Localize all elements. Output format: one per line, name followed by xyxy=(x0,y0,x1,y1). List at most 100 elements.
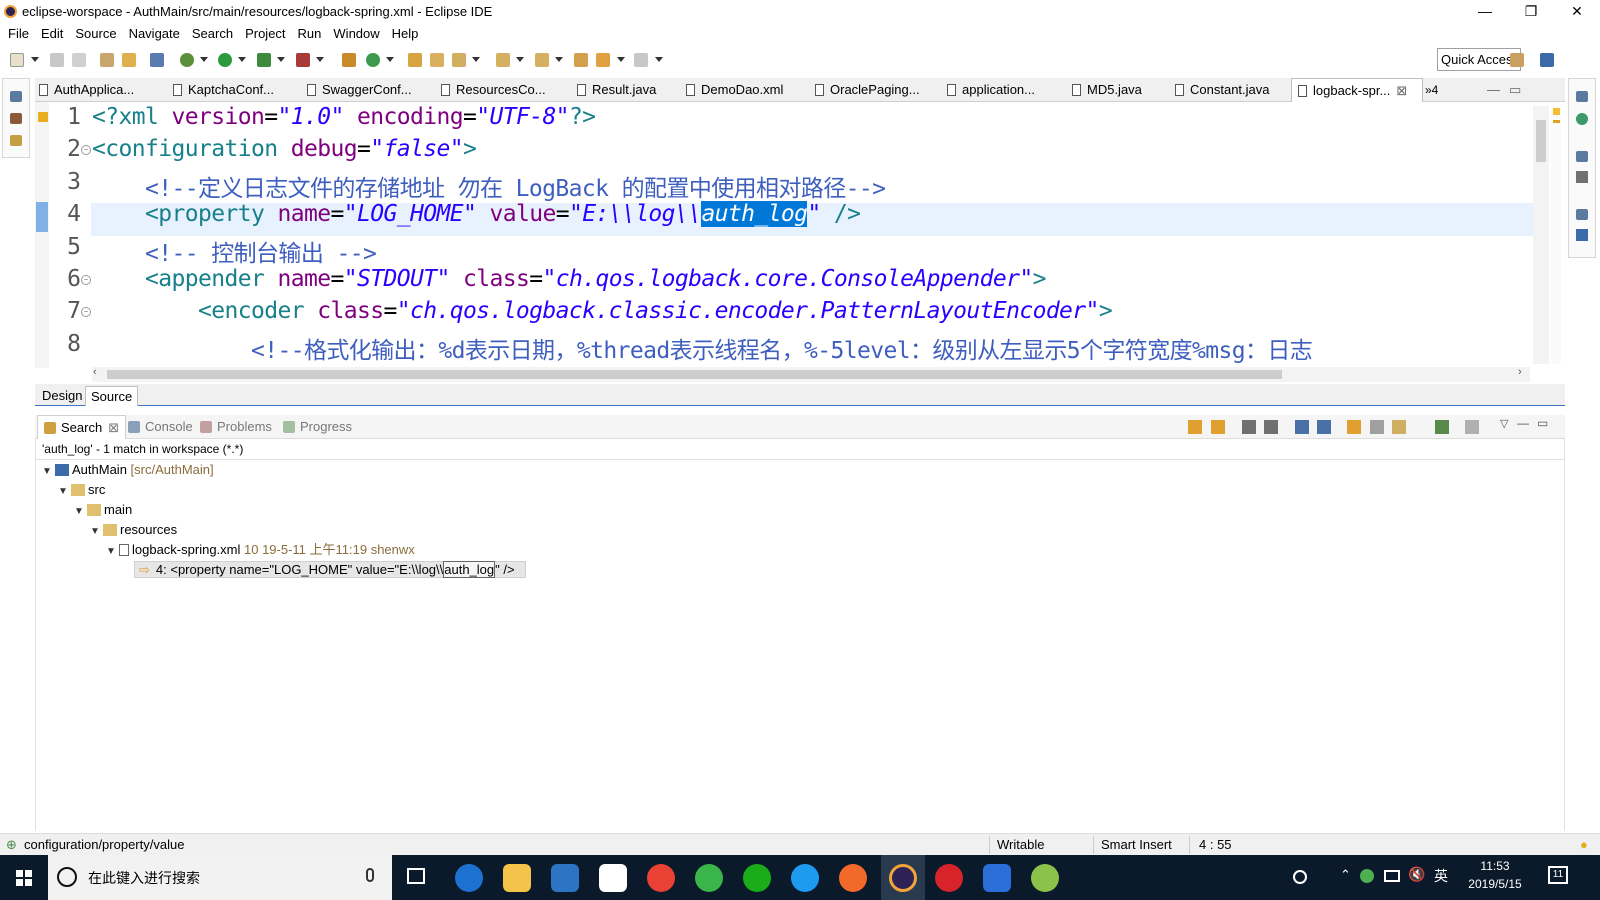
chevron-down-icon[interactable]: ▼ xyxy=(106,542,116,562)
chevron-down-icon[interactable] xyxy=(516,57,524,62)
next-match-icon[interactable] xyxy=(1188,420,1202,434)
edge-icon[interactable] xyxy=(455,864,483,892)
mail-icon[interactable] xyxy=(599,864,627,892)
horizontal-scroll-thumb[interactable] xyxy=(107,370,1282,379)
file-explorer-icon[interactable] xyxy=(503,864,531,892)
editor-tab[interactable]: MD5.java xyxy=(1072,78,1172,102)
cancel-search-icon[interactable] xyxy=(1370,420,1384,434)
chevron-down-icon[interactable] xyxy=(617,57,625,62)
task-list-icon[interactable] xyxy=(1576,171,1588,183)
start-button[interactable] xyxy=(0,855,48,900)
new-icon[interactable] xyxy=(10,53,24,67)
remove-match-icon[interactable] xyxy=(1242,420,1256,434)
open-type-icon[interactable] xyxy=(408,53,422,67)
editor-tab[interactable]: Constant.java xyxy=(1175,78,1295,102)
editor-tab[interactable]: KaptchaConf... xyxy=(173,78,303,102)
remove-all-matches-icon[interactable] xyxy=(1264,420,1278,434)
tab-overflow[interactable]: »4 xyxy=(1425,78,1455,102)
restore-view-icon[interactable] xyxy=(1576,209,1588,220)
debug-icon[interactable] xyxy=(180,53,194,67)
fold-toggle-icon[interactable]: − xyxy=(81,145,91,155)
skip-breakpoints-icon[interactable] xyxy=(150,53,164,67)
new-class-icon[interactable] xyxy=(366,53,380,67)
tab-design[interactable]: Design xyxy=(37,386,87,406)
tab-problems[interactable]: Problems xyxy=(200,415,272,439)
save-all-icon[interactable] xyxy=(72,53,86,67)
clock-time[interactable]: 11:53 xyxy=(1465,859,1525,873)
coverage-icon[interactable] xyxy=(257,53,271,67)
menu-project[interactable]: Project xyxy=(239,24,291,44)
task-view-icon[interactable] xyxy=(407,868,425,884)
tray-app-icon[interactable] xyxy=(1360,869,1374,883)
next-annotation-icon[interactable] xyxy=(496,53,510,67)
menu-file[interactable]: File xyxy=(2,24,35,44)
tab-source[interactable]: Source xyxy=(85,386,139,406)
menu-help[interactable]: Help xyxy=(386,24,425,44)
ime-indicator[interactable]: 英 xyxy=(1434,866,1448,886)
menu-search[interactable]: Search xyxy=(186,24,239,44)
chevron-down-icon[interactable] xyxy=(238,57,246,62)
new-java-project-icon[interactable] xyxy=(122,53,136,67)
editor-tab[interactable]: DemoDao.xml xyxy=(686,78,814,102)
menu-navigate[interactable]: Navigate xyxy=(123,24,186,44)
collapse-all-icon[interactable] xyxy=(1317,420,1331,434)
tab-progress[interactable]: Progress xyxy=(283,415,352,439)
network-icon[interactable] xyxy=(1384,870,1400,882)
notification-center-icon[interactable]: 11 xyxy=(1548,866,1568,884)
maximize-editor-icon[interactable]: ▭ xyxy=(1509,78,1523,102)
microphone-icon[interactable] xyxy=(366,868,374,882)
eclipse-taskbar-icon[interactable] xyxy=(889,864,917,892)
taskbar-search-input[interactable]: 在此键入进行搜索 xyxy=(88,868,200,888)
editor-tab[interactable]: SwaggerConf... xyxy=(307,78,437,102)
menu-run[interactable]: Run xyxy=(292,24,328,44)
run-icon[interactable] xyxy=(218,53,232,67)
chrome-icon[interactable] xyxy=(647,864,675,892)
tab-console[interactable]: Console xyxy=(128,415,193,439)
search-history-icon[interactable] xyxy=(1392,420,1406,434)
360-browser-icon[interactable] xyxy=(695,864,723,892)
minimize-editor-icon[interactable]: — xyxy=(1487,78,1501,102)
chevron-down-icon[interactable]: ▼ xyxy=(42,462,52,482)
postman-icon[interactable] xyxy=(839,864,867,892)
new-package-icon[interactable] xyxy=(342,53,356,67)
scroll-right-icon[interactable]: › xyxy=(1518,366,1522,378)
chevron-down-icon[interactable] xyxy=(277,57,285,62)
hierarchy-icon[interactable] xyxy=(10,135,22,146)
chevron-down-icon[interactable] xyxy=(555,57,563,62)
chevron-down-icon[interactable]: ▽ xyxy=(1500,417,1508,430)
chevron-down-icon[interactable]: ▼ xyxy=(74,502,84,522)
minimize-view-icon[interactable]: — xyxy=(1517,416,1529,430)
search-match-row[interactable]: ⇨ 4: <property name="LOG_HOME" value="E:\… xyxy=(134,560,526,580)
paint-icon[interactable] xyxy=(1031,864,1059,892)
open-perspective-icon[interactable] xyxy=(1510,53,1524,67)
restore-view-icon[interactable] xyxy=(1576,151,1588,162)
chevron-down-icon[interactable] xyxy=(200,57,208,62)
restore-view-icon[interactable] xyxy=(10,91,22,102)
chevron-down-icon[interactable]: ▼ xyxy=(58,482,68,502)
fold-toggle-icon[interactable]: − xyxy=(81,307,91,317)
wps-icon[interactable] xyxy=(983,864,1011,892)
tip-icon[interactable]: ● xyxy=(1580,837,1588,852)
restore-button[interactable]: ❐ xyxy=(1508,0,1554,24)
overview-warning-marker[interactable] xyxy=(1553,108,1560,115)
close-tab-icon[interactable]: ⊠ xyxy=(1396,83,1407,98)
tab-search[interactable]: Search ⊠ xyxy=(37,415,127,439)
close-button[interactable]: ✕ xyxy=(1554,0,1600,24)
chevron-down-icon[interactable] xyxy=(655,57,663,62)
chevron-down-icon[interactable] xyxy=(31,57,39,62)
java-ee-perspective-icon[interactable] xyxy=(1540,53,1554,67)
chevron-down-icon[interactable]: ▼ xyxy=(90,522,100,542)
save-icon[interactable] xyxy=(50,53,64,67)
editor-tab[interactable]: Result.java xyxy=(577,78,682,102)
scroll-left-icon[interactable]: ‹ xyxy=(93,366,97,378)
back-icon[interactable] xyxy=(596,53,610,67)
view-menu-icon[interactable] xyxy=(1465,420,1479,434)
quick-access-input[interactable]: Quick Access xyxy=(1437,48,1521,71)
package-explorer-icon[interactable] xyxy=(10,113,22,124)
build-icon[interactable] xyxy=(100,53,114,67)
chevron-down-icon[interactable] xyxy=(316,57,324,62)
run-search-again-icon[interactable] xyxy=(1347,420,1361,434)
search-toolbar-icon[interactable] xyxy=(452,53,466,67)
fold-toggle-icon[interactable]: − xyxy=(81,275,91,285)
tree-node-src[interactable]: ▼ src xyxy=(58,480,105,500)
